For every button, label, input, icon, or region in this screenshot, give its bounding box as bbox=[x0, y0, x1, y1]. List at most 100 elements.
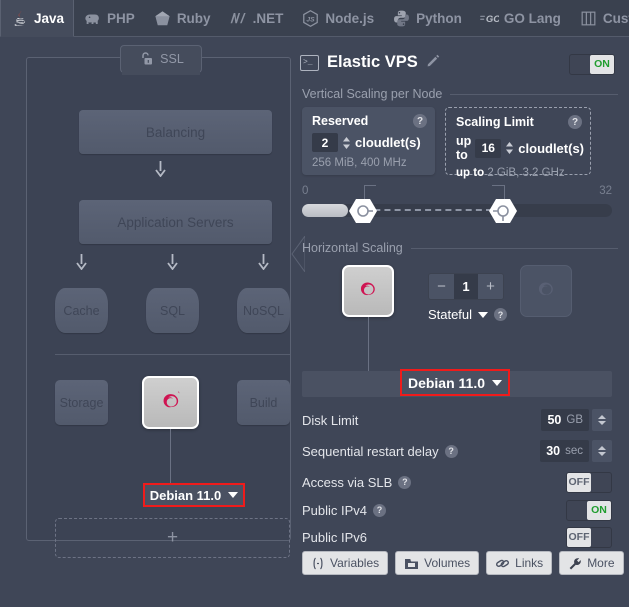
access-via-slb-label: Access via SLB bbox=[302, 474, 393, 490]
environment-power-toggle[interactable]: ON bbox=[569, 54, 615, 75]
disk-limit-spinner[interactable] bbox=[592, 409, 612, 431]
nosql-node[interactable]: NoSQL bbox=[237, 288, 290, 333]
sql-node[interactable]: SQL bbox=[146, 288, 199, 333]
sequential-restart-delay-unit: sec bbox=[565, 445, 583, 457]
reserved-help-icon[interactable]: ? bbox=[413, 114, 427, 128]
vertical-scaling-section-header: Vertical Scaling per Node bbox=[302, 87, 618, 101]
scaling-limit-spinner[interactable] bbox=[505, 142, 514, 154]
cache-label: Cache bbox=[63, 303, 100, 318]
toggle-state-label: ON bbox=[587, 500, 611, 520]
variables-button[interactable]: Variables bbox=[302, 551, 389, 575]
svg-text:JS: JS bbox=[307, 16, 316, 23]
stack-type-tabbar: Java PHP Ruby .NET JS Node.js Python G G… bbox=[0, 0, 629, 37]
add-node-button[interactable]: + bbox=[55, 518, 290, 558]
tab-custom[interactable]: Custom bbox=[570, 0, 629, 37]
dotnet-icon bbox=[230, 12, 246, 24]
tab-dotnet[interactable]: .NET bbox=[220, 0, 293, 37]
wrench-icon bbox=[569, 557, 581, 569]
vertical-scaling-label: Vertical Scaling per Node bbox=[302, 87, 443, 101]
public-ipv4-help-icon[interactable]: ? bbox=[373, 503, 387, 517]
application-servers-node[interactable]: Application Servers bbox=[79, 200, 272, 244]
section-rule bbox=[450, 93, 618, 95]
ssl-tab-seam bbox=[122, 71, 200, 75]
tab-label: Node.js bbox=[325, 11, 375, 26]
access-via-slb-label-group: Access via SLB ? bbox=[302, 474, 412, 490]
variables-icon bbox=[313, 557, 323, 569]
sequential-restart-delay-spinner[interactable] bbox=[592, 440, 612, 462]
scaling-mode-dropdown[interactable]: Stateful ? bbox=[420, 307, 515, 322]
disk-limit-input[interactable]: 50 GB bbox=[541, 409, 589, 431]
slider-handle-limit[interactable] bbox=[488, 198, 518, 224]
access-via-slb-toggle[interactable]: OFF bbox=[566, 471, 612, 493]
volumes-button[interactable]: Volumes bbox=[395, 551, 480, 575]
topology-wizard-window: Java PHP Ruby .NET JS Node.js Python G G… bbox=[0, 0, 629, 607]
node-count-stepper[interactable]: − 1 + bbox=[428, 273, 504, 300]
elastic-vps-node[interactable] bbox=[142, 376, 199, 429]
wizard-body: Balancing Application Servers Cache SQL … bbox=[0, 37, 629, 607]
storage-node[interactable]: Storage bbox=[55, 380, 108, 425]
settings-stack-selector[interactable]: Debian 11.0 bbox=[400, 369, 510, 396]
node-connector bbox=[368, 317, 369, 371]
sequential-restart-delay-input[interactable]: 30 sec bbox=[540, 440, 589, 462]
links-label: Links bbox=[515, 556, 544, 570]
variables-label: Variables bbox=[330, 556, 380, 570]
toggle-state-label: OFF bbox=[567, 527, 591, 547]
slider-handle-reserved[interactable] bbox=[348, 198, 378, 224]
tab-java[interactable]: Java bbox=[0, 0, 75, 37]
tab-label: PHP bbox=[107, 11, 135, 26]
more-label: More bbox=[587, 556, 615, 570]
reserved-spinner[interactable] bbox=[342, 136, 351, 149]
tab-nodejs[interactable]: JS Node.js bbox=[292, 0, 383, 37]
tab-python[interactable]: Python bbox=[383, 0, 471, 37]
cache-node[interactable]: Cache bbox=[55, 288, 108, 333]
tab-label: Python bbox=[416, 11, 462, 26]
node-count-value[interactable]: 1 bbox=[454, 274, 478, 299]
horizontal-node-placeholder[interactable] bbox=[520, 265, 572, 317]
tab-label: GO Lang bbox=[503, 11, 561, 26]
scaling-limit-help-icon[interactable]: ? bbox=[568, 115, 582, 129]
volumes-label: Volumes bbox=[424, 556, 471, 570]
tab-ruby[interactable]: Ruby bbox=[144, 0, 220, 37]
disk-limit-value: 50 bbox=[547, 413, 562, 427]
horizontal-node-primary[interactable] bbox=[342, 265, 394, 317]
balancing-node[interactable]: Balancing bbox=[79, 110, 272, 154]
tab-go-lang[interactable]: GO GO Lang bbox=[471, 0, 570, 37]
tab-php[interactable]: PHP bbox=[74, 0, 144, 37]
php-elephant-icon bbox=[85, 14, 99, 25]
build-node[interactable]: Build bbox=[237, 380, 290, 425]
links-button[interactable]: Links bbox=[486, 551, 553, 575]
link-icon bbox=[496, 559, 510, 567]
slider-reserved-leader bbox=[364, 185, 365, 199]
scaling-limit-title: Scaling Limit bbox=[456, 115, 534, 129]
row-public-ipv6: Public IPv6 OFF bbox=[302, 526, 612, 548]
tab-label: Custom bbox=[602, 11, 629, 26]
horizontal-scaling-label: Horizontal Scaling bbox=[302, 241, 403, 255]
row-sequential-restart-delay: Sequential restart delay ? 30 sec bbox=[302, 440, 612, 462]
scaling-limit-summary-value: 2 GiB, 3.2 GHz bbox=[487, 167, 565, 179]
scaling-limit-input[interactable]: 16 bbox=[475, 138, 502, 158]
horizontal-scaling-area: − 1 + Stateful ? bbox=[302, 261, 612, 371]
cloudlet-slider[interactable]: 0 32 bbox=[302, 185, 612, 223]
sequential-restart-delay-help-icon[interactable]: ? bbox=[444, 444, 458, 458]
public-ipv6-toggle[interactable]: OFF bbox=[566, 526, 612, 548]
nodejs-icon: JS bbox=[303, 10, 319, 27]
topology-stack-label: Debian 11.0 bbox=[149, 487, 222, 503]
more-button[interactable]: More bbox=[559, 551, 624, 575]
public-ipv4-toggle[interactable]: ON bbox=[566, 499, 612, 521]
horizontal-scaling-section-header: Horizontal Scaling bbox=[302, 241, 618, 255]
reserved-cloudlets-input[interactable]: 2 bbox=[312, 133, 338, 152]
access-via-slb-help-icon[interactable]: ? bbox=[398, 475, 412, 489]
topology-panel: Balancing Application Servers Cache SQL … bbox=[8, 45, 305, 583]
terminal-icon: >_ bbox=[300, 54, 319, 71]
scaling-limit-prefix: up to bbox=[456, 134, 472, 162]
scaling-limit-summary: up to 2 GiB, 3.2 GHz bbox=[456, 167, 580, 179]
ssl-tab[interactable]: SSL bbox=[120, 45, 202, 73]
debian-swirl-icon bbox=[360, 282, 375, 296]
pencil-icon[interactable] bbox=[426, 53, 440, 72]
increase-nodes-button[interactable]: + bbox=[478, 274, 503, 299]
go-icon: GO bbox=[479, 14, 499, 25]
topology-stack-selector[interactable]: Debian 11.0 bbox=[143, 483, 245, 507]
slider-max-label: 32 bbox=[599, 185, 612, 197]
decrease-nodes-button[interactable]: − bbox=[429, 274, 454, 299]
scaling-mode-help-icon[interactable]: ? bbox=[494, 308, 508, 321]
